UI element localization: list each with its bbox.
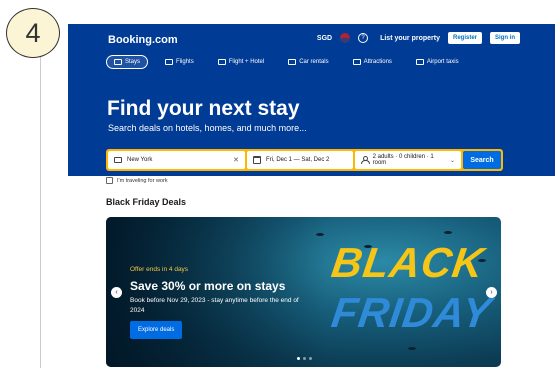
divider [40, 56, 41, 368]
deals-section-title: Black Friday Deals [106, 197, 187, 207]
register-button[interactable]: Register [447, 32, 482, 44]
nav-label: Flight + Hotel [228, 59, 265, 65]
work-travel-checkbox[interactable] [106, 177, 113, 184]
carousel-next-button[interactable]: › [486, 287, 497, 298]
carousel-prev-button[interactable]: ‹ [111, 287, 122, 298]
guests-selector[interactable]: 2 adults · 0 children · 1 room ⌄ [355, 151, 461, 169]
brand-logo[interactable]: Booking.com [108, 34, 178, 46]
black-friday-banner[interactable]: BLACK FRIDAY Offer ends in 4 days Save 3… [106, 217, 501, 367]
bed-icon [114, 157, 122, 163]
bed-icon [114, 59, 122, 65]
chevron-left-icon: ‹ [115, 289, 118, 296]
destination-value: New York [127, 157, 153, 163]
fish-decoration [444, 231, 452, 234]
search-bar: New York ✕ Fri, Dec 1 — Sat, Dec 2 2 adu… [106, 149, 503, 171]
carousel-dot[interactable] [309, 357, 312, 360]
black-friday-art-line1: BLACK [328, 239, 488, 286]
fish-decoration [408, 347, 416, 350]
flight-hotel-icon [217, 59, 226, 65]
hero-subtitle: Search deals on hotels, homes, and much … [108, 123, 307, 133]
chevron-down-icon: ⌄ [449, 157, 455, 164]
sign-in-button[interactable]: Sign in [490, 32, 520, 44]
list-property-link[interactable]: List your property [380, 35, 440, 42]
car-icon [288, 59, 297, 65]
header-actions: SGD ? List your property Register Sign i… [317, 32, 520, 44]
work-travel-label: I'm traveling for work [117, 177, 168, 184]
nav-flights[interactable]: Flights [158, 56, 201, 68]
help-icon[interactable]: ? [358, 33, 369, 43]
carousel-dot[interactable] [303, 357, 306, 360]
carousel-dots [297, 357, 312, 360]
chevron-right-icon: › [490, 289, 493, 296]
carousel-dot[interactable] [297, 357, 300, 360]
nav-flight-hotel[interactable]: Flight + Hotel [211, 56, 272, 68]
guests-value: 2 adults · 0 children · 1 room [372, 154, 434, 166]
search-button[interactable]: Search [463, 151, 501, 169]
clear-icon[interactable]: ✕ [233, 156, 239, 164]
step-number-badge: 4 [6, 8, 60, 58]
language-flag-icon[interactable] [340, 33, 351, 43]
date-picker[interactable]: Fri, Dec 1 — Sat, Dec 2 [247, 151, 353, 169]
currency-selector[interactable]: SGD [317, 35, 332, 42]
black-friday-art-line2: FRIDAY [328, 289, 495, 336]
hero-title: Find your next stay [107, 97, 300, 120]
offer-countdown: Offer ends in 4 days [130, 266, 189, 273]
nav-label: Attractions [363, 59, 392, 65]
product-nav: Stays Flights Flight + Hotel Car rentals… [106, 55, 466, 69]
taxi-icon [415, 59, 424, 65]
work-travel-option[interactable]: I'm traveling for work [106, 177, 168, 184]
explore-deals-button[interactable]: Explore deals [130, 321, 183, 339]
destination-field[interactable]: New York ✕ [108, 151, 245, 169]
dates-value: Fri, Dec 1 — Sat, Dec 2 [266, 157, 330, 163]
deal-description: Book before Nov 29, 2023 - stay anytime … [130, 297, 299, 314]
nav-label: Car rentals [299, 59, 329, 65]
nav-label: Flights [176, 59, 194, 65]
deal-headline: Save 30% or more on stays [130, 279, 286, 293]
nav-label: Stays [125, 59, 141, 65]
calendar-icon [253, 156, 261, 164]
nav-attractions[interactable]: Attractions [346, 56, 399, 68]
person-icon [361, 156, 370, 164]
nav-label: Airport taxis [426, 59, 459, 65]
nav-airport-taxis[interactable]: Airport taxis [409, 56, 466, 68]
plane-icon [165, 59, 174, 65]
nav-car-rentals[interactable]: Car rentals [281, 56, 335, 68]
nav-stays[interactable]: Stays [106, 55, 149, 69]
attractions-icon [352, 59, 361, 65]
